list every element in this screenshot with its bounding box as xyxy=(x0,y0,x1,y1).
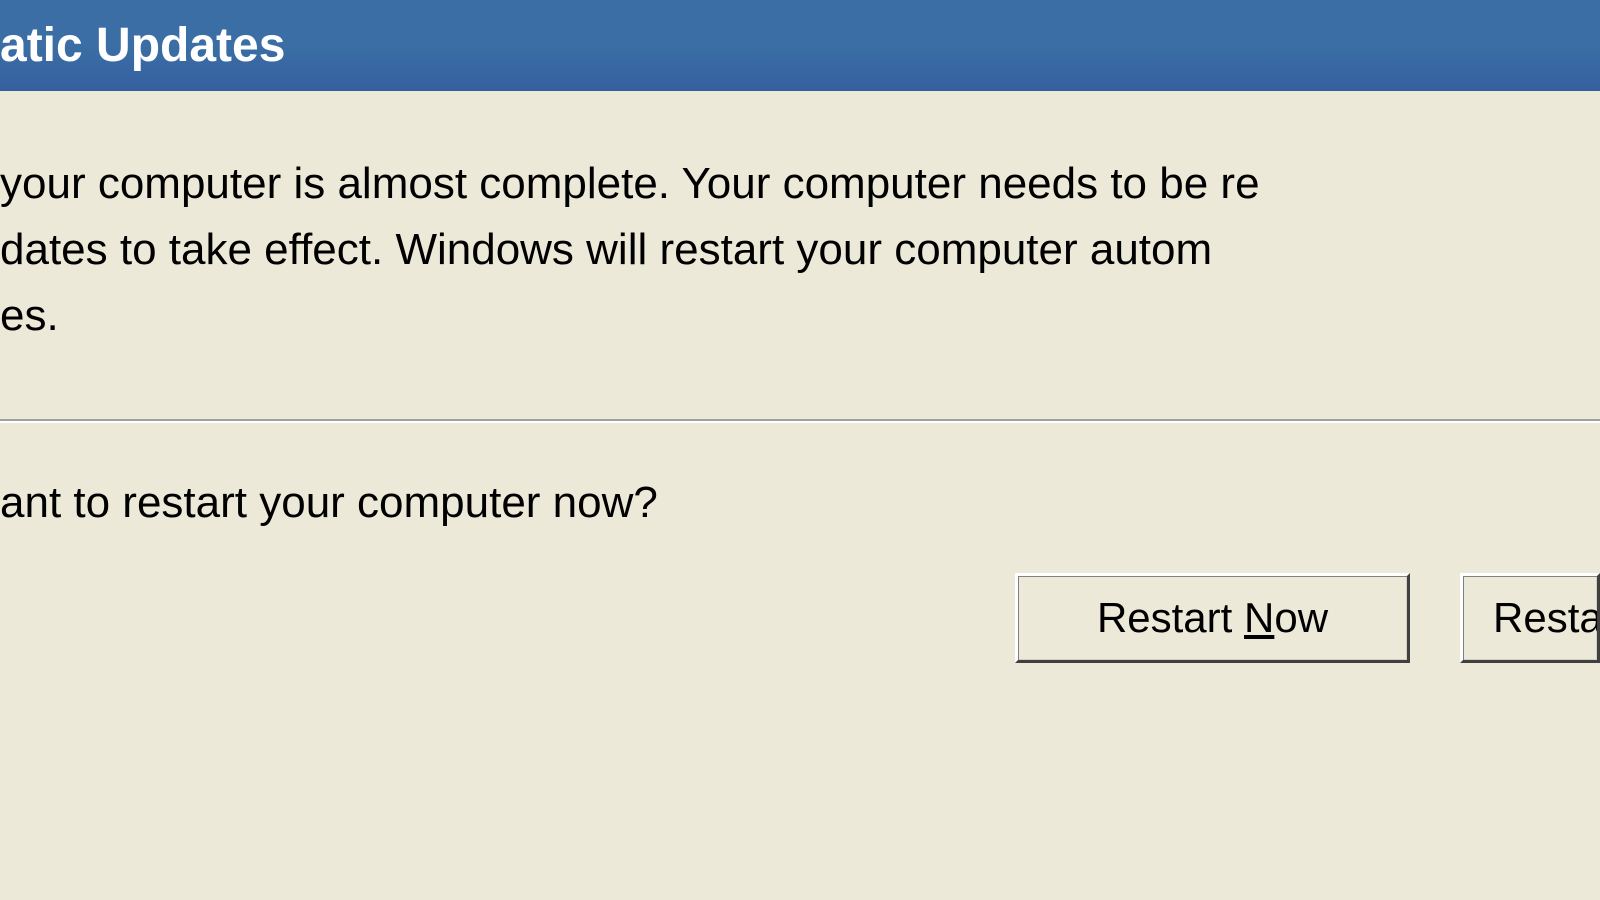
restart-now-access-key: N xyxy=(1244,594,1274,641)
restart-question: ant to restart your computer now? xyxy=(0,478,1600,528)
restart-now-post: ow xyxy=(1274,594,1328,641)
message-line-1: your computer is almost complete. Your c… xyxy=(0,151,1600,217)
restart-now-pre: Restart xyxy=(1097,594,1244,641)
question-row: ant to restart your computer now? xyxy=(0,423,1600,528)
dialog-titlebar: atic Updates xyxy=(0,0,1600,91)
message-line-2: dates to take effect. Windows will resta… xyxy=(0,217,1600,283)
dialog-title: atic Updates xyxy=(0,19,285,72)
restart-later-label: Resta xyxy=(1493,594,1600,641)
restart-later-button[interactable]: Resta xyxy=(1460,573,1600,663)
automatic-updates-dialog: atic Updates your computer is almost com… xyxy=(0,0,1600,900)
dialog-button-row: Restart Now Resta xyxy=(0,528,1600,663)
message-line-3: es. xyxy=(0,283,1600,349)
dialog-body: your computer is almost complete. Your c… xyxy=(0,91,1600,663)
restart-now-button[interactable]: Restart Now xyxy=(1015,573,1410,663)
